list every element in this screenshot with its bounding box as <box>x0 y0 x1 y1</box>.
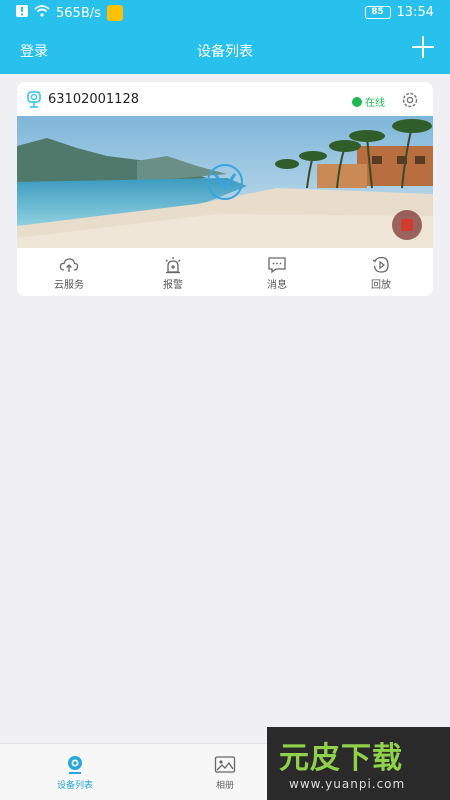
page-title: 设备列表 <box>197 44 253 60</box>
watermark-url: www.yuanpi.com <box>289 777 406 791</box>
network-speed: 565B/s <box>56 5 101 21</box>
app-notification-icon <box>106 5 123 21</box>
notification-alert-icon <box>16 5 28 21</box>
online-dot-icon <box>352 96 362 107</box>
device-card-header: 63102001128 在线 <box>17 82 433 116</box>
watermark-logo: 元皮下载 www.yuanpi.com <box>267 727 450 800</box>
clock: 13:54 <box>396 5 434 20</box>
battery-indicator: 85 <box>364 6 391 19</box>
tab-device-list-label: 设备列表 <box>56 781 93 791</box>
tab-device-list[interactable]: 设备列表 <box>0 744 150 800</box>
device-actions: 云服务 报警 消息 回放 <box>17 248 433 296</box>
online-status: 在线 <box>352 94 385 109</box>
app-header: 登录 设备列表 <box>0 30 450 70</box>
alarm-label: 报警 <box>163 280 183 291</box>
watermark-brand: 元皮下载 <box>279 741 403 776</box>
cloud-service-button[interactable]: 云服务 <box>17 248 121 296</box>
playback-button[interactable]: 回放 <box>329 248 433 296</box>
gallery-icon <box>214 756 236 773</box>
device-id: 63102001128 <box>48 92 139 107</box>
video-preview[interactable] <box>17 116 433 248</box>
top-bar: 565B/s 85 13:54 登录 设备列表 <box>0 0 450 74</box>
online-status-label: 在线 <box>365 98 385 109</box>
cloud-upload-icon <box>59 258 79 272</box>
cloud-service-label: 云服务 <box>54 280 84 291</box>
playback-label: 回放 <box>371 280 391 291</box>
device-card[interactable]: 63102001128 在线 云服务 报警 消息 回放 <box>17 82 433 296</box>
add-device-button[interactable] <box>412 36 434 58</box>
settings-gear-icon[interactable] <box>401 91 419 109</box>
camera-device-icon <box>27 91 41 108</box>
playback-icon <box>372 256 389 273</box>
wifi-icon <box>34 5 50 21</box>
message-label: 消息 <box>267 280 287 291</box>
message-button[interactable]: 消息 <box>225 248 329 296</box>
tab-gallery-label: 相册 <box>215 781 234 791</box>
camera-icon <box>68 756 82 774</box>
message-icon <box>268 257 286 274</box>
status-bar: 565B/s 85 13:54 <box>0 0 450 28</box>
alarm-icon <box>165 257 181 274</box>
alarm-button[interactable]: 报警 <box>121 248 225 296</box>
